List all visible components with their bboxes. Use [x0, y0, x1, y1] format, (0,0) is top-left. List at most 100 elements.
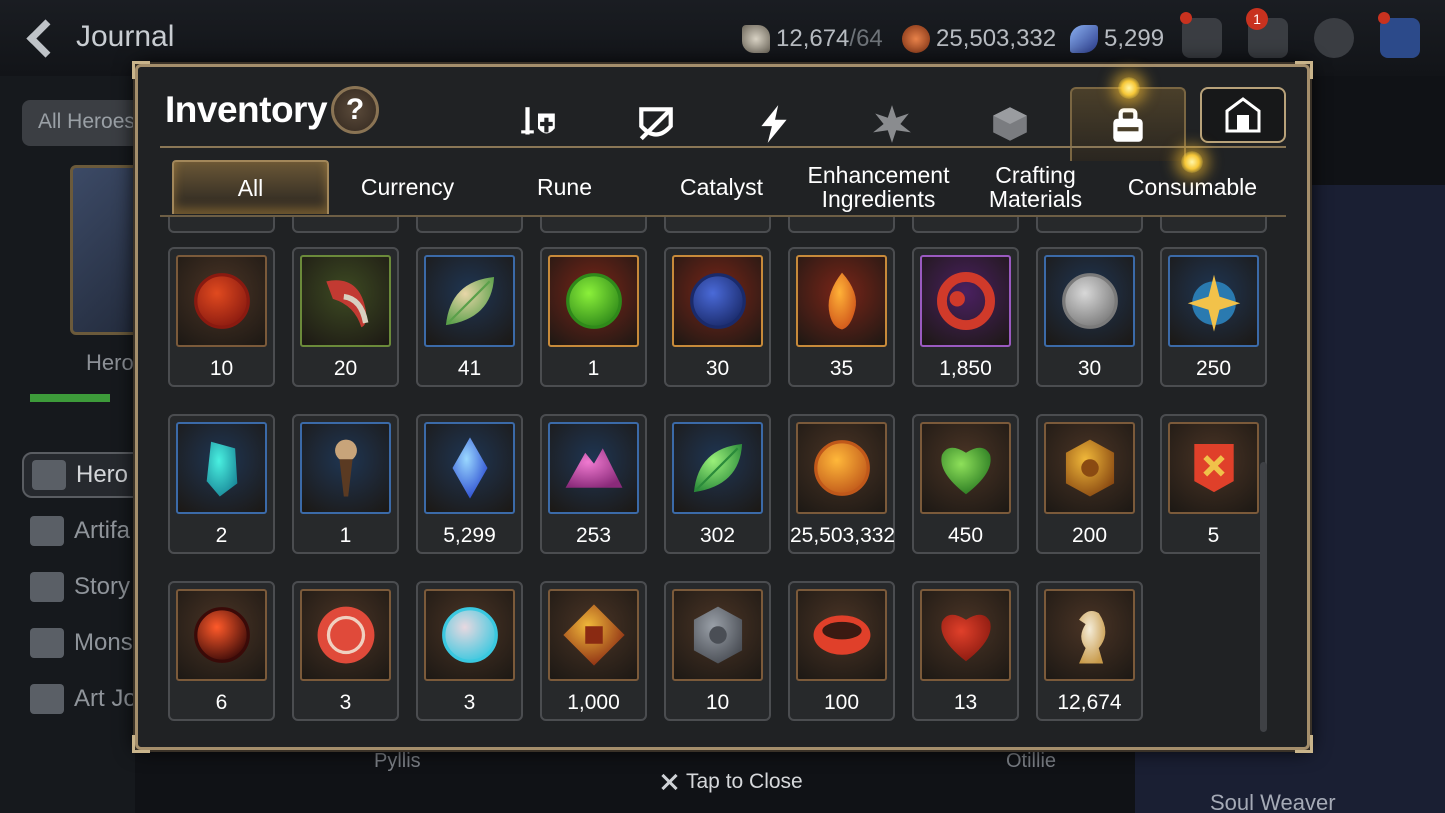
- item-slot-partial[interactable]: [292, 217, 399, 233]
- item-slot[interactable]: 1,850: [912, 247, 1019, 387]
- item-slot[interactable]: 30: [664, 247, 771, 387]
- gold-emblem-icon: [1065, 439, 1114, 497]
- weapon-icon: [521, 107, 555, 135]
- item-slot[interactable]: 302: [664, 414, 771, 554]
- hero-icon: [32, 460, 66, 490]
- item-slot[interactable]: 1: [292, 414, 399, 554]
- item-slot[interactable]: 12,674: [1036, 581, 1143, 721]
- item-frame: [424, 255, 515, 347]
- item-slot[interactable]: 1: [540, 247, 647, 387]
- tab-skill[interactable]: [716, 87, 832, 161]
- item-slot-partial[interactable]: [1036, 217, 1143, 233]
- tab-weapon[interactable]: [480, 87, 596, 161]
- item-count: 25,503,332: [790, 524, 896, 547]
- frame-corner: [132, 61, 150, 79]
- item-frame: [796, 255, 887, 347]
- red-band-icon: [813, 615, 870, 655]
- item-slot-partial[interactable]: [664, 217, 771, 233]
- item-frame: [548, 589, 639, 681]
- item-slot[interactable]: 10: [664, 581, 771, 721]
- item-frame: [920, 589, 1011, 681]
- storage-icon: [1225, 97, 1261, 133]
- hero-filter[interactable]: All Heroes: [22, 100, 142, 146]
- red-orb-icon: [193, 273, 250, 329]
- item-frame: [300, 589, 391, 681]
- item-slot[interactable]: 2: [168, 414, 275, 554]
- storage-button[interactable]: [1200, 87, 1286, 143]
- tap-to-close-button[interactable]: Tap to Close: [660, 770, 803, 794]
- item-slot-partial[interactable]: [1160, 217, 1267, 233]
- item-slot[interactable]: 5,299: [416, 414, 523, 554]
- item-slot[interactable]: 250: [1160, 247, 1267, 387]
- inventory-modal: Inventory ? All Currency Rune Catalyst E…: [132, 61, 1313, 753]
- item-frame: [1044, 255, 1135, 347]
- item-frame: [424, 589, 515, 681]
- frame-corner: [132, 735, 150, 753]
- item-slot[interactable]: 200: [1036, 414, 1143, 554]
- item-slot-partial[interactable]: [416, 217, 523, 233]
- menu-label: Artifa: [74, 517, 131, 544]
- item-slot[interactable]: 253: [540, 414, 647, 554]
- item-count: 250: [1195, 357, 1232, 380]
- item-slot-partial[interactable]: [168, 217, 275, 233]
- item-count: 3: [339, 691, 352, 714]
- chat-icon[interactable]: [1314, 18, 1354, 58]
- item-slot[interactable]: 3: [416, 581, 523, 721]
- item-count: 41: [457, 357, 482, 380]
- item-frame: [1168, 422, 1259, 514]
- item-slot[interactable]: 5: [1160, 414, 1267, 554]
- item-slot[interactable]: 25,503,332: [788, 414, 895, 554]
- item-count: 1,000: [567, 691, 620, 714]
- item-slot[interactable]: 3: [292, 581, 399, 721]
- category-tab-crafting[interactable]: Crafting Materials: [957, 160, 1114, 214]
- item-count: 100: [823, 691, 860, 714]
- category-tab-catalyst[interactable]: Catalyst: [643, 160, 800, 214]
- claw-icon: [325, 280, 368, 328]
- stone-compass-icon: [693, 606, 742, 664]
- help-button[interactable]: ?: [331, 86, 379, 134]
- item-slot-partial[interactable]: [912, 217, 1019, 233]
- red-ring-icon: [936, 272, 995, 330]
- hero-label: Hero: [86, 350, 134, 375]
- stamina-counter[interactable]: 12,674 /64: [742, 22, 883, 56]
- menu-grid-icon[interactable]: [1380, 18, 1420, 58]
- menu-monster[interactable]: Monst: [22, 620, 152, 666]
- item-count: 253: [575, 524, 612, 547]
- item-slot-partial[interactable]: [788, 217, 895, 233]
- lava-orb-icon: [193, 607, 250, 663]
- item-slot[interactable]: 450: [912, 414, 1019, 554]
- item-slot-partial[interactable]: [540, 217, 647, 233]
- item-frame: [920, 422, 1011, 514]
- category-tab-enhancement[interactable]: Enhancement Ingredients: [800, 160, 957, 214]
- back-arrow-icon[interactable]: [22, 18, 62, 58]
- item-slot[interactable]: 35: [788, 247, 895, 387]
- shop-icon[interactable]: [1182, 18, 1222, 58]
- item-slot[interactable]: 20: [292, 247, 399, 387]
- item-slot[interactable]: 6: [168, 581, 275, 721]
- item-frame: [672, 589, 763, 681]
- item-slot[interactable]: 100: [788, 581, 895, 721]
- tab-cube[interactable]: [952, 87, 1068, 161]
- item-frame: [1168, 255, 1259, 347]
- item-slot[interactable]: 30: [1036, 247, 1143, 387]
- menu-art-journal[interactable]: Art Jo: [22, 676, 152, 722]
- item-slot[interactable]: 13: [912, 581, 1019, 721]
- shop-notification-dot: [1180, 12, 1192, 24]
- menu-artifact[interactable]: Artifa: [22, 508, 152, 554]
- item-slot[interactable]: 10: [168, 247, 275, 387]
- item-frame: [1044, 422, 1135, 514]
- progress-bar: [30, 394, 110, 402]
- crystal-counter[interactable]: 5,299: [1070, 22, 1164, 56]
- category-tab-all[interactable]: All: [172, 160, 329, 214]
- item-count: 30: [1077, 357, 1102, 380]
- menu-hero-journal[interactable]: Hero J: [22, 452, 152, 498]
- tab-artifact[interactable]: [834, 87, 950, 161]
- item-slot[interactable]: 1,000: [540, 581, 647, 721]
- menu-story[interactable]: Story: [22, 564, 152, 610]
- scrollbar[interactable]: [1260, 462, 1267, 732]
- category-tab-currency[interactable]: Currency: [329, 160, 486, 214]
- tab-armor[interactable]: [598, 87, 714, 161]
- category-tab-rune[interactable]: Rune: [486, 160, 643, 214]
- gold-counter[interactable]: 25,503,332: [902, 22, 1056, 56]
- item-slot[interactable]: 41: [416, 247, 523, 387]
